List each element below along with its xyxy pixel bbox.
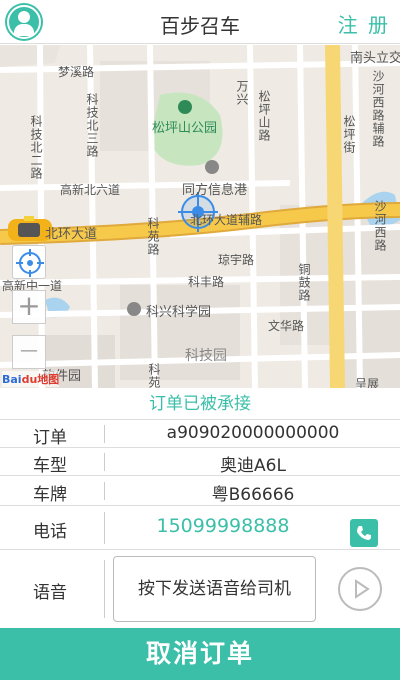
map-label: 文华路 <box>268 319 305 333</box>
register-button[interactable]: 注 册 <box>338 9 390 38</box>
map-label: 沙河西路辅路 <box>371 70 385 148</box>
map-label: 科苑 <box>147 363 161 388</box>
play-voice-button[interactable] <box>338 567 382 611</box>
logo-text-b: du地图 <box>21 373 60 386</box>
map-label: 松坪街 <box>342 115 356 154</box>
call-button[interactable] <box>350 519 378 547</box>
map-label: 琼宇路 <box>218 253 255 267</box>
crosshair-icon <box>16 249 44 277</box>
row-divider <box>104 560 105 618</box>
map-label: 南头立交 <box>350 51 400 66</box>
logo-text-a: Bai <box>2 373 22 386</box>
map-label: 科技园 <box>185 348 227 364</box>
voice-record-button[interactable]: 按下发送语音给司机 <box>113 556 316 622</box>
phone-label: 电话 <box>33 522 67 542</box>
phone-row: 电话 15099998888 <box>0 506 400 550</box>
map-label: 松坪山公园 <box>152 121 218 136</box>
car-model-label: 车型 <box>33 456 67 476</box>
order-number-value: a909020000000000 <box>166 423 340 443</box>
map-label: 梦溪路 <box>58 65 95 79</box>
map-label: 科技北二路 <box>29 115 43 180</box>
car-model-row: 车型 奥迪A6L <box>0 448 400 476</box>
plate-value: 粤B66666 <box>211 485 295 505</box>
voice-label: 语音 <box>33 583 67 603</box>
map-label: 沙河西路 <box>373 200 387 252</box>
baidu-map-logo: Baidu地图 <box>2 371 60 387</box>
map-label: 呈展 <box>355 377 380 388</box>
map-label: 科苑路 <box>146 217 160 256</box>
order-row: 订单 a909020000000000 <box>0 420 400 448</box>
row-divider <box>104 512 105 544</box>
plate-row: 车牌 粤B66666 <box>0 476 400 506</box>
play-icon <box>355 579 370 599</box>
map-view[interactable]: 梦溪路 科技北二路 科技北三路 万兴 松坪山路 松坪山公园 松坪街 南头立交 沙… <box>0 45 400 388</box>
phone-icon <box>357 526 371 540</box>
map-label: 万兴 <box>235 80 249 106</box>
map-label: 北环大道辅路 <box>190 213 263 227</box>
order-status-text: 订单已被承接 <box>0 388 400 420</box>
map-label: 科兴科学园 <box>146 305 212 320</box>
map-label: 北环大道 <box>45 227 98 242</box>
row-divider <box>104 453 105 471</box>
map-label: 铜鼓路 <box>297 263 311 302</box>
cancel-order-button[interactable]: 取消订单 <box>0 628 400 680</box>
row-divider <box>104 482 105 500</box>
locate-button[interactable] <box>12 245 46 279</box>
map-label: 同方信息港 <box>182 183 248 198</box>
zoom-out-button[interactable]: — <box>12 335 46 369</box>
map-label: 松坪山路 <box>257 90 271 142</box>
map-label: 科丰路 <box>188 275 225 289</box>
map-label: 高新北六道 <box>60 183 121 197</box>
order-label: 订单 <box>33 428 67 448</box>
car-model-value: 奥迪A6L <box>220 456 286 476</box>
zoom-in-button[interactable]: + <box>12 290 46 324</box>
driver-phone-link[interactable]: 15099998888 <box>106 515 340 537</box>
map-label: 科技北三路 <box>85 93 99 158</box>
row-divider <box>104 425 105 443</box>
app-header: 百步召车 注 册 <box>0 0 400 44</box>
plate-label: 车牌 <box>33 485 67 505</box>
